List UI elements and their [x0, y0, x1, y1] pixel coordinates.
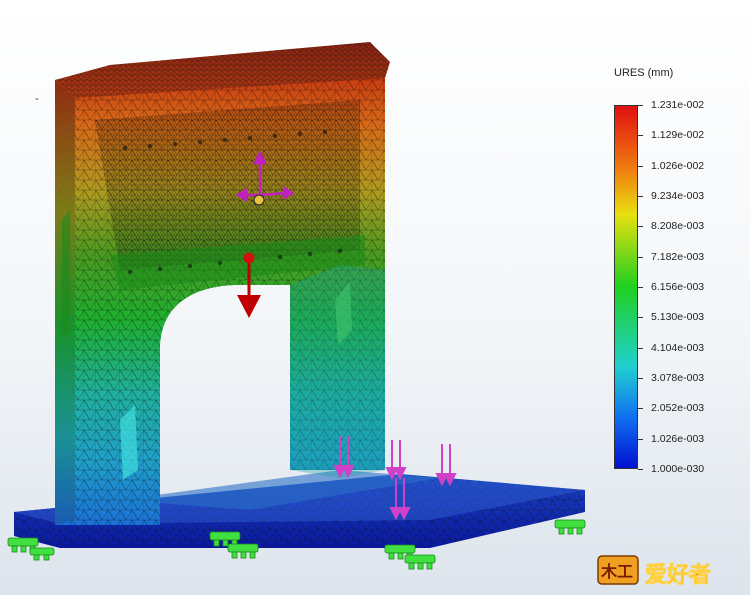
legend-tick-mark: [638, 135, 643, 137]
logo-text: 爱好者: [645, 562, 711, 588]
legend-tick-label: 6.156e-003: [651, 281, 705, 293]
watermark-logo: 木工 爱好者: [597, 555, 711, 588]
legend-tick-label: 3.078e-003: [651, 372, 705, 384]
legend-tick-label: 1.026e-003: [651, 432, 705, 445]
legend-tick-label: 9.234e-003: [651, 190, 705, 202]
legend-tick-mark: [638, 347, 643, 349]
legend-tick-label: 7.182e-003: [651, 250, 705, 263]
legend-tick-mark: [638, 378, 643, 379]
legend-tick-label: 8.208e-003: [651, 220, 705, 233]
legend-tick-label: 1.231e-002: [651, 99, 705, 111]
legend-tick-mark: [638, 105, 643, 106]
legend-tick-mark: [638, 469, 643, 470]
color-scale-bar: [614, 105, 638, 469]
legend-tick-mark: [638, 287, 643, 288]
legend-tick-mark: [638, 196, 643, 197]
logo-glyph: 木工: [600, 562, 633, 581]
legend-tick-mark: [638, 256, 643, 258]
legend-title: URES (mm): [614, 67, 674, 79]
legend-tick-mark: [638, 165, 643, 167]
legend-tick-label: 1.026e-002: [651, 159, 705, 172]
legend-tick-label: 5.130e-003: [651, 311, 705, 324]
viewport-mark: -: [35, 93, 39, 105]
legend-tick-label: 2.052e-003: [651, 402, 705, 415]
legend-tick-mark: [638, 226, 643, 228]
legend-tick-label: 4.104e-003: [651, 341, 705, 354]
legend-tick-mark: [638, 317, 643, 319]
legend-tick-label: 1.129e-002: [651, 129, 705, 142]
legend-tick-mark: [638, 408, 643, 410]
legend-tick-label: 1.000e-030: [651, 463, 705, 475]
legend-tick-mark: [638, 438, 643, 440]
